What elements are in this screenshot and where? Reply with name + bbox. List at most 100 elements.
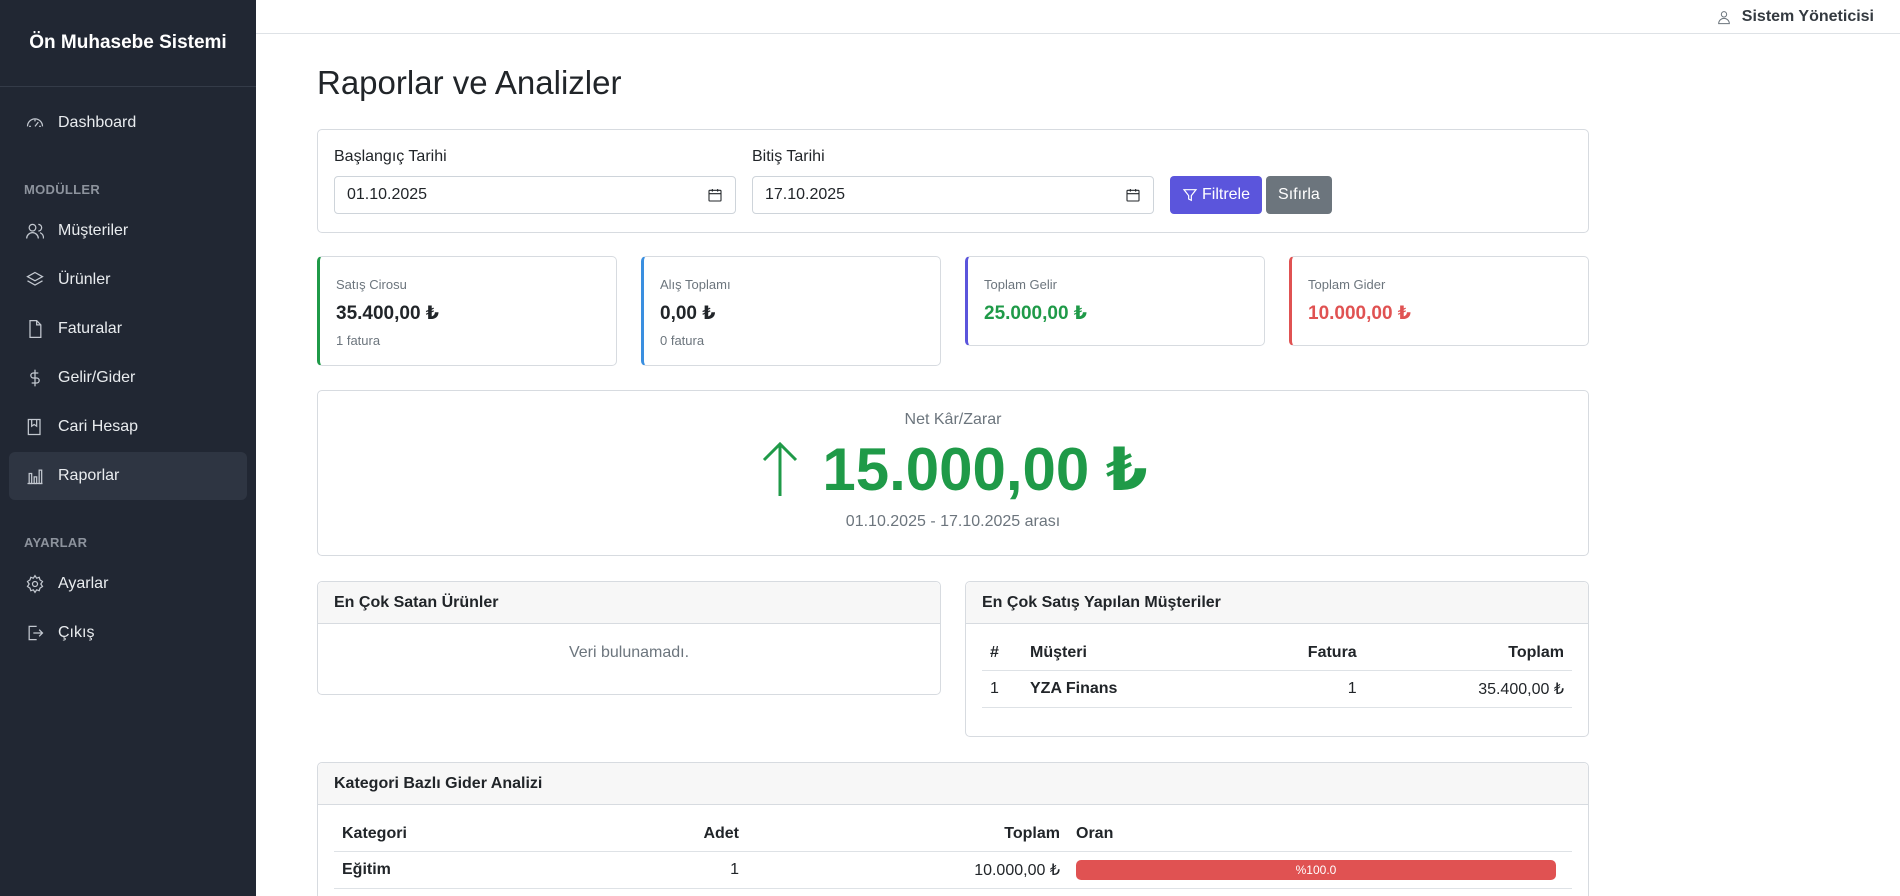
sidebar-item-label: Dashboard xyxy=(58,114,137,131)
user-icon xyxy=(1717,10,1730,24)
sidebar-item-label: Ürünler xyxy=(58,271,111,288)
section-settings: AYARLAR xyxy=(24,535,88,550)
document-icon xyxy=(24,318,46,340)
stat-sub: 0 fatura xyxy=(660,333,705,348)
top-products-empty: Veri bulunamadı. xyxy=(568,644,690,661)
speedometer-icon xyxy=(24,112,46,134)
stat-label: Toplam Gider xyxy=(1308,277,1386,292)
start-date-value: 01.10.2025 xyxy=(347,186,428,203)
user-menu[interactable]: Sistem Yöneticisi xyxy=(1716,8,1874,26)
calendar-icon[interactable] xyxy=(1125,187,1141,203)
end-date-value: 17.10.2025 xyxy=(765,186,846,203)
sidebar-item-label: Müşteriler xyxy=(58,222,129,239)
expense-analysis-title: Kategori Bazlı Gider Analizi xyxy=(318,763,1588,805)
logout-icon xyxy=(24,622,46,644)
top-customers-card: En Çok Satış Yapılan Müşteriler # Müşter… xyxy=(965,581,1589,737)
stat-value: 0,00 ₺ xyxy=(660,303,716,324)
net-profit-card: Net Kâr/Zarar 15.000,00 ₺ 01.10.2025 - 1… xyxy=(317,390,1589,556)
stat-sub: 1 fatura xyxy=(336,333,381,348)
sidebar-item-label: Gelir/Gider xyxy=(58,369,136,386)
start-date-label: Başlangıç Tarihi xyxy=(334,148,447,165)
sidebar-item-label: Raporlar xyxy=(58,467,120,484)
sidebar-item-logout[interactable]: Çıkış xyxy=(9,609,247,657)
user-name: Sistem Yöneticisi xyxy=(1741,7,1874,25)
sidebar-item-dashboard[interactable]: Dashboard xyxy=(9,99,247,147)
calendar-icon[interactable] xyxy=(707,187,723,203)
chart-bar-icon xyxy=(24,465,46,487)
cell-ratio: %100.0 xyxy=(1068,851,1572,889)
gear-icon xyxy=(24,573,46,595)
sidebar-item-label: Ayarlar xyxy=(58,575,109,592)
cell-customer: YZA Finans xyxy=(1022,670,1233,708)
stat-value: 10.000,00 ₺ xyxy=(1308,303,1412,324)
sidebar-nav: Dashboard MODÜLLER Müşteriler Ürünler Fa… xyxy=(0,87,256,657)
main-content: Raporlar ve Analizler Başlangıç Tarihi 0… xyxy=(317,34,1589,896)
sidebar-item-income-expense[interactable]: Gelir/Gider xyxy=(9,354,247,402)
start-date-group: Başlangıç Tarihi 01.10.2025 xyxy=(334,148,736,214)
start-date-input[interactable]: 01.10.2025 xyxy=(334,176,736,214)
col-ratio: Oran xyxy=(1068,817,1572,852)
brand-title: Ön Muhasebe Sistemi xyxy=(0,0,256,87)
sidebar-item-reports[interactable]: Raporlar xyxy=(9,452,247,500)
net-profit-label: Net Kâr/Zarar xyxy=(904,411,1002,428)
stat-label: Alış Toplamı xyxy=(660,277,731,292)
sidebar-item-label: Faturalar xyxy=(58,320,123,337)
filter-button[interactable]: Filtrele xyxy=(1170,176,1263,214)
filter-button-label: Filtrele xyxy=(1202,186,1251,203)
stat-card: Alış Toplamı 0,00 ₺ 0 fatura xyxy=(641,256,941,366)
col-total: Toplam xyxy=(747,817,1068,852)
funnel-icon xyxy=(1182,189,1198,202)
top-customers-table: # Müşteri Fatura Toplam 1 YZA Finans 1 3… xyxy=(982,636,1572,708)
stat-label: Toplam Gelir xyxy=(984,277,1057,292)
col-customer: Müşteri xyxy=(1022,636,1233,671)
stat-card: Toplam Gider 10.000,00 ₺ xyxy=(1289,256,1589,346)
cell-total: 10.000,00 ₺ xyxy=(747,851,1068,889)
page-title: Raporlar ve Analizler xyxy=(317,64,622,101)
ratio-bar-fill: %100.0 xyxy=(1076,860,1556,880)
top-products-card: En Çok Satan Ürünler Veri bulunamadı. xyxy=(317,581,941,695)
end-date-group: Bitiş Tarihi 17.10.2025 xyxy=(752,148,1154,214)
expense-analysis-card: Kategori Bazlı Gider Analizi Kategori Ad… xyxy=(317,762,1589,896)
sidebar: Ön Muhasebe Sistemi Dashboard MODÜLLER M… xyxy=(0,0,256,896)
net-profit-value: 15.000,00 ₺ xyxy=(318,435,1588,505)
cell-category: Eğitim xyxy=(334,851,614,889)
sidebar-item-label: Cari Hesap xyxy=(58,418,139,435)
sidebar-item-label: Çıkış xyxy=(58,624,95,641)
col-count: Adet xyxy=(614,817,747,852)
top-products-title: En Çok Satan Ürünler xyxy=(318,582,940,624)
net-profit-range: 01.10.2025 - 17.10.2025 arası xyxy=(845,513,1061,530)
reset-button[interactable]: Sıfırla xyxy=(1266,176,1332,214)
users-icon xyxy=(24,220,46,242)
sidebar-item-invoices[interactable]: Faturalar xyxy=(9,305,247,353)
arrow-up-icon xyxy=(763,441,798,496)
stat-value: 35.400,00 ₺ xyxy=(336,303,440,324)
stat-card: Toplam Gelir 25.000,00 ₺ xyxy=(965,256,1265,346)
layers-icon xyxy=(24,269,46,291)
col-category: Kategori xyxy=(334,817,614,852)
filter-card: Başlangıç Tarihi 01.10.2025 Bitiş Tarihi… xyxy=(317,129,1589,233)
ratio-bar: %100.0 xyxy=(1076,860,1556,880)
table-row: Eğitim 1 10.000,00 ₺ %100.0 xyxy=(334,851,1572,889)
end-date-label: Bitiş Tarihi xyxy=(752,148,825,165)
col-rank: # xyxy=(982,636,1022,671)
expense-table: Kategori Adet Toplam Oran Eğitim 1 10.00… xyxy=(334,817,1572,889)
cell-total: 35.400,00 ₺ xyxy=(1364,670,1572,708)
sidebar-item-products[interactable]: Ürünler xyxy=(9,256,247,304)
stat-label: Satış Cirosu xyxy=(336,277,407,292)
sidebar-item-current-account[interactable]: Cari Hesap xyxy=(9,403,247,451)
sidebar-item-customers[interactable]: Müşteriler xyxy=(9,207,247,255)
section-modules: MODÜLLER xyxy=(24,182,101,197)
cell-invoice: 1 xyxy=(1232,670,1365,708)
col-invoice: Fatura xyxy=(1232,636,1365,671)
stat-card: Satış Cirosu 35.400,00 ₺ 1 fatura xyxy=(317,256,617,366)
net-profit-amount: 15.000,00 ₺ xyxy=(822,436,1148,503)
cell-count: 1 xyxy=(614,851,747,889)
col-total: Toplam xyxy=(1364,636,1572,671)
dollar-icon xyxy=(24,367,46,389)
stat-value: 25.000,00 ₺ xyxy=(984,303,1088,324)
topbar: Sistem Yöneticisi xyxy=(256,0,1900,34)
cell-rank: 1 xyxy=(982,670,1022,708)
sidebar-item-settings[interactable]: Ayarlar xyxy=(9,560,247,608)
top-customers-title: En Çok Satış Yapılan Müşteriler xyxy=(966,582,1588,624)
end-date-input[interactable]: 17.10.2025 xyxy=(752,176,1154,214)
